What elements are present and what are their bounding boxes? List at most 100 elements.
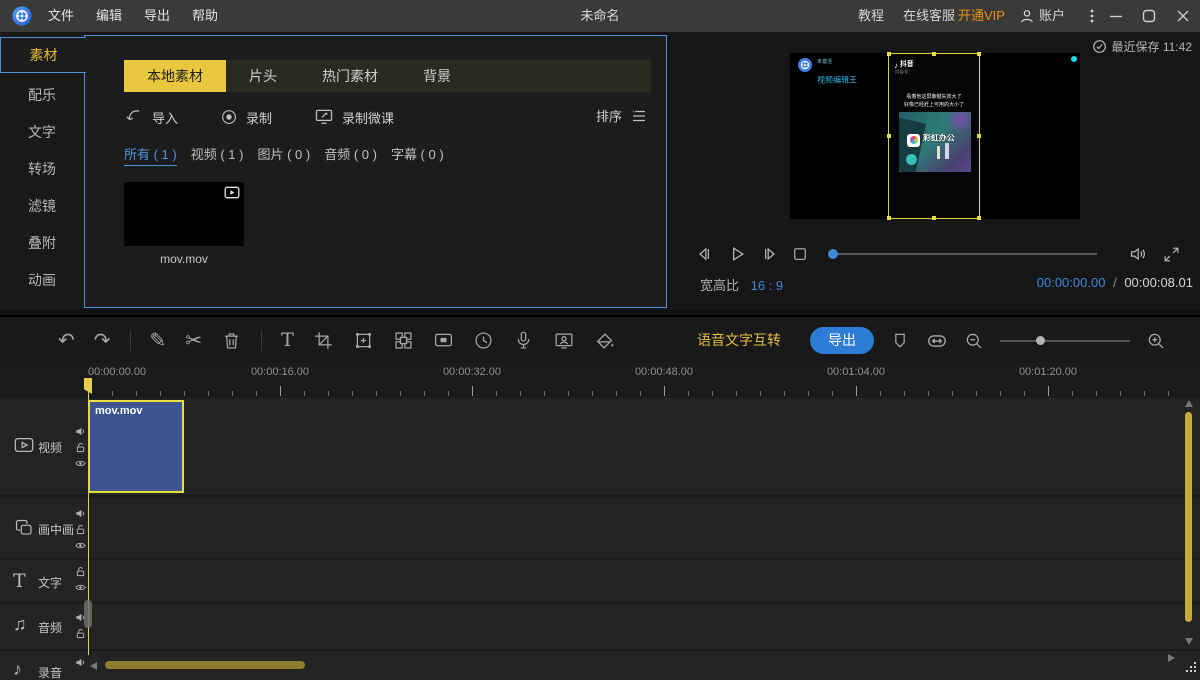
export-button[interactable]: 导出 (810, 327, 874, 354)
sidebar-item-media[interactable]: 素材 (0, 37, 86, 73)
horizontal-scrollbar[interactable] (105, 661, 305, 669)
handle-tl[interactable] (887, 52, 891, 56)
track-video-lane[interactable] (88, 398, 1200, 495)
account-label[interactable]: 账户 (1039, 0, 1065, 32)
playback-slider[interactable] (829, 253, 1097, 255)
video-track-icon (13, 434, 35, 456)
filter-audio[interactable]: 音频 ( 0 ) (324, 144, 377, 166)
microphone-icon[interactable] (513, 330, 534, 351)
tab-popular-media[interactable]: 热门素材 (300, 60, 400, 92)
playhead-grip[interactable] (84, 600, 92, 628)
undo-icon[interactable]: ↶ (58, 331, 75, 351)
minimize-button[interactable] (1108, 8, 1124, 24)
maximize-button[interactable] (1141, 8, 1157, 24)
filter-video[interactable]: 视频 ( 1 ) (191, 144, 244, 166)
duration-clock-icon[interactable] (473, 330, 494, 351)
add-text-icon[interactable]: T (281, 331, 294, 350)
fit-timeline-icon[interactable] (926, 330, 948, 352)
track-text-lane[interactable] (88, 560, 1200, 602)
next-frame-button[interactable] (759, 244, 779, 264)
vertical-scrollbar[interactable] (1185, 412, 1192, 622)
preview-stage[interactable]: 未激活 视频编辑王 ♪ 抖音 抖音号： 看着他这屏蔽键失效大了 好像已经赶上可用… (790, 53, 1080, 219)
rotate-handle[interactable] (1071, 56, 1077, 62)
sidebar-item-text[interactable]: 文字 (0, 115, 84, 149)
zoom-frame-icon[interactable] (353, 330, 374, 351)
resize-grip-icon[interactable] (1184, 660, 1198, 674)
zoom-out-icon[interactable] (964, 331, 984, 351)
filter-all[interactable]: 所有 ( 1 ) (124, 144, 177, 166)
tab-intro[interactable]: 片头 (226, 60, 300, 92)
zoom-in-icon[interactable] (1146, 331, 1166, 351)
handle-tr[interactable] (977, 52, 981, 56)
sort-button[interactable]: 排序 (596, 106, 648, 125)
edit-pencil-icon[interactable]: ✎ (150, 331, 167, 351)
playback-knob[interactable] (828, 249, 838, 259)
filter-subtitle[interactable]: 字幕 ( 0 ) (391, 144, 444, 166)
sidebar-item-overlay[interactable]: 叠附 (0, 226, 84, 260)
timeline-zoom-slider[interactable] (1000, 340, 1130, 342)
mute-track-icon[interactable] (75, 657, 86, 668)
timeline-zoom-knob[interactable] (1036, 336, 1045, 345)
lock-track-icon[interactable] (75, 442, 86, 453)
mosaic-icon[interactable] (393, 330, 414, 351)
timeline-ruler[interactable]: 00:00:00.00 00:00:16.00 00:00:32.00 00:0… (0, 362, 1200, 398)
lock-track-icon[interactable] (75, 524, 86, 535)
mute-track-icon[interactable] (75, 426, 86, 437)
play-button[interactable] (727, 244, 747, 264)
filter-image[interactable]: 图片 ( 0 ) (257, 144, 310, 166)
presenter-icon[interactable] (553, 330, 575, 352)
volume-icon[interactable] (1129, 244, 1149, 264)
vscroll-up-arrow[interactable] (1185, 400, 1193, 407)
fullscreen-icon[interactable] (1162, 245, 1181, 264)
lock-track-icon[interactable] (75, 628, 86, 639)
titlebar: 文件 编辑 导出 帮助 未命名 教程 在线客服 开通VIP 账户 (0, 0, 1200, 32)
hide-track-icon[interactable] (75, 458, 86, 469)
hscroll-right-arrow[interactable] (1168, 654, 1175, 662)
more-menu-icon[interactable] (1084, 8, 1100, 24)
aspect-ratio[interactable]: 宽高比 16 : 9 (700, 275, 783, 294)
tab-background[interactable]: 背景 (400, 60, 474, 92)
sidebar-item-transition[interactable]: 转场 (0, 152, 84, 186)
tab-local-media[interactable]: 本地素材 (124, 60, 226, 92)
handle-bc[interactable] (932, 216, 936, 220)
speech-text-convert-button[interactable]: 语音文字互转 (697, 317, 781, 364)
vip-button[interactable]: 开通VIP (958, 0, 1005, 32)
mask-icon[interactable] (433, 330, 454, 351)
scene-ball (906, 154, 917, 165)
record-button[interactable]: 录制 (220, 108, 272, 127)
handle-mr[interactable] (977, 134, 981, 138)
handle-ml[interactable] (887, 134, 891, 138)
lock-track-icon[interactable] (75, 566, 86, 577)
selected-video-frame[interactable]: ♪ 抖音 抖音号： 看着他这屏蔽键失效大了 好像已经赶上可用的大小了 彩虹办公 (888, 53, 980, 219)
hide-track-icon[interactable] (75, 582, 86, 593)
hide-track-icon[interactable] (75, 540, 86, 551)
handle-bl[interactable] (887, 216, 891, 220)
paint-bucket-icon[interactable] (594, 330, 616, 352)
stop-button[interactable] (791, 245, 809, 263)
split-scissors-icon[interactable]: ✂ (185, 331, 202, 351)
prev-frame-button[interactable] (695, 244, 715, 264)
account-icon[interactable] (1019, 8, 1035, 24)
sidebar-item-music[interactable]: 配乐 (0, 78, 84, 112)
close-button[interactable] (1175, 8, 1191, 24)
vscroll-down-arrow[interactable] (1185, 638, 1193, 645)
marker-flag-icon[interactable] (890, 331, 910, 351)
crop-icon[interactable] (313, 330, 334, 351)
redo-icon[interactable]: ↷ (94, 331, 111, 351)
import-button[interactable]: 导入 (124, 107, 178, 127)
mute-track-icon[interactable] (75, 508, 86, 519)
hscroll-left-arrow[interactable] (90, 662, 97, 670)
track-pip-lane[interactable] (88, 498, 1200, 558)
support-link[interactable]: 在线客服 (903, 0, 955, 32)
tutorial-link[interactable]: 教程 (858, 0, 884, 32)
sidebar-item-animation[interactable]: 动画 (0, 263, 84, 297)
handle-br[interactable] (977, 216, 981, 220)
record-screen-button[interactable]: 录制微课 (314, 107, 394, 127)
handle-tc[interactable] (932, 52, 936, 56)
media-thumbnail[interactable] (124, 182, 244, 246)
timeline-clip[interactable]: mov.mov (88, 400, 184, 493)
delete-trash-icon[interactable] (221, 330, 242, 351)
time-current: 00:00:00.00 (1037, 275, 1106, 290)
track-audio-lane[interactable] (88, 604, 1200, 649)
sidebar-item-filter[interactable]: 滤镜 (0, 189, 84, 223)
